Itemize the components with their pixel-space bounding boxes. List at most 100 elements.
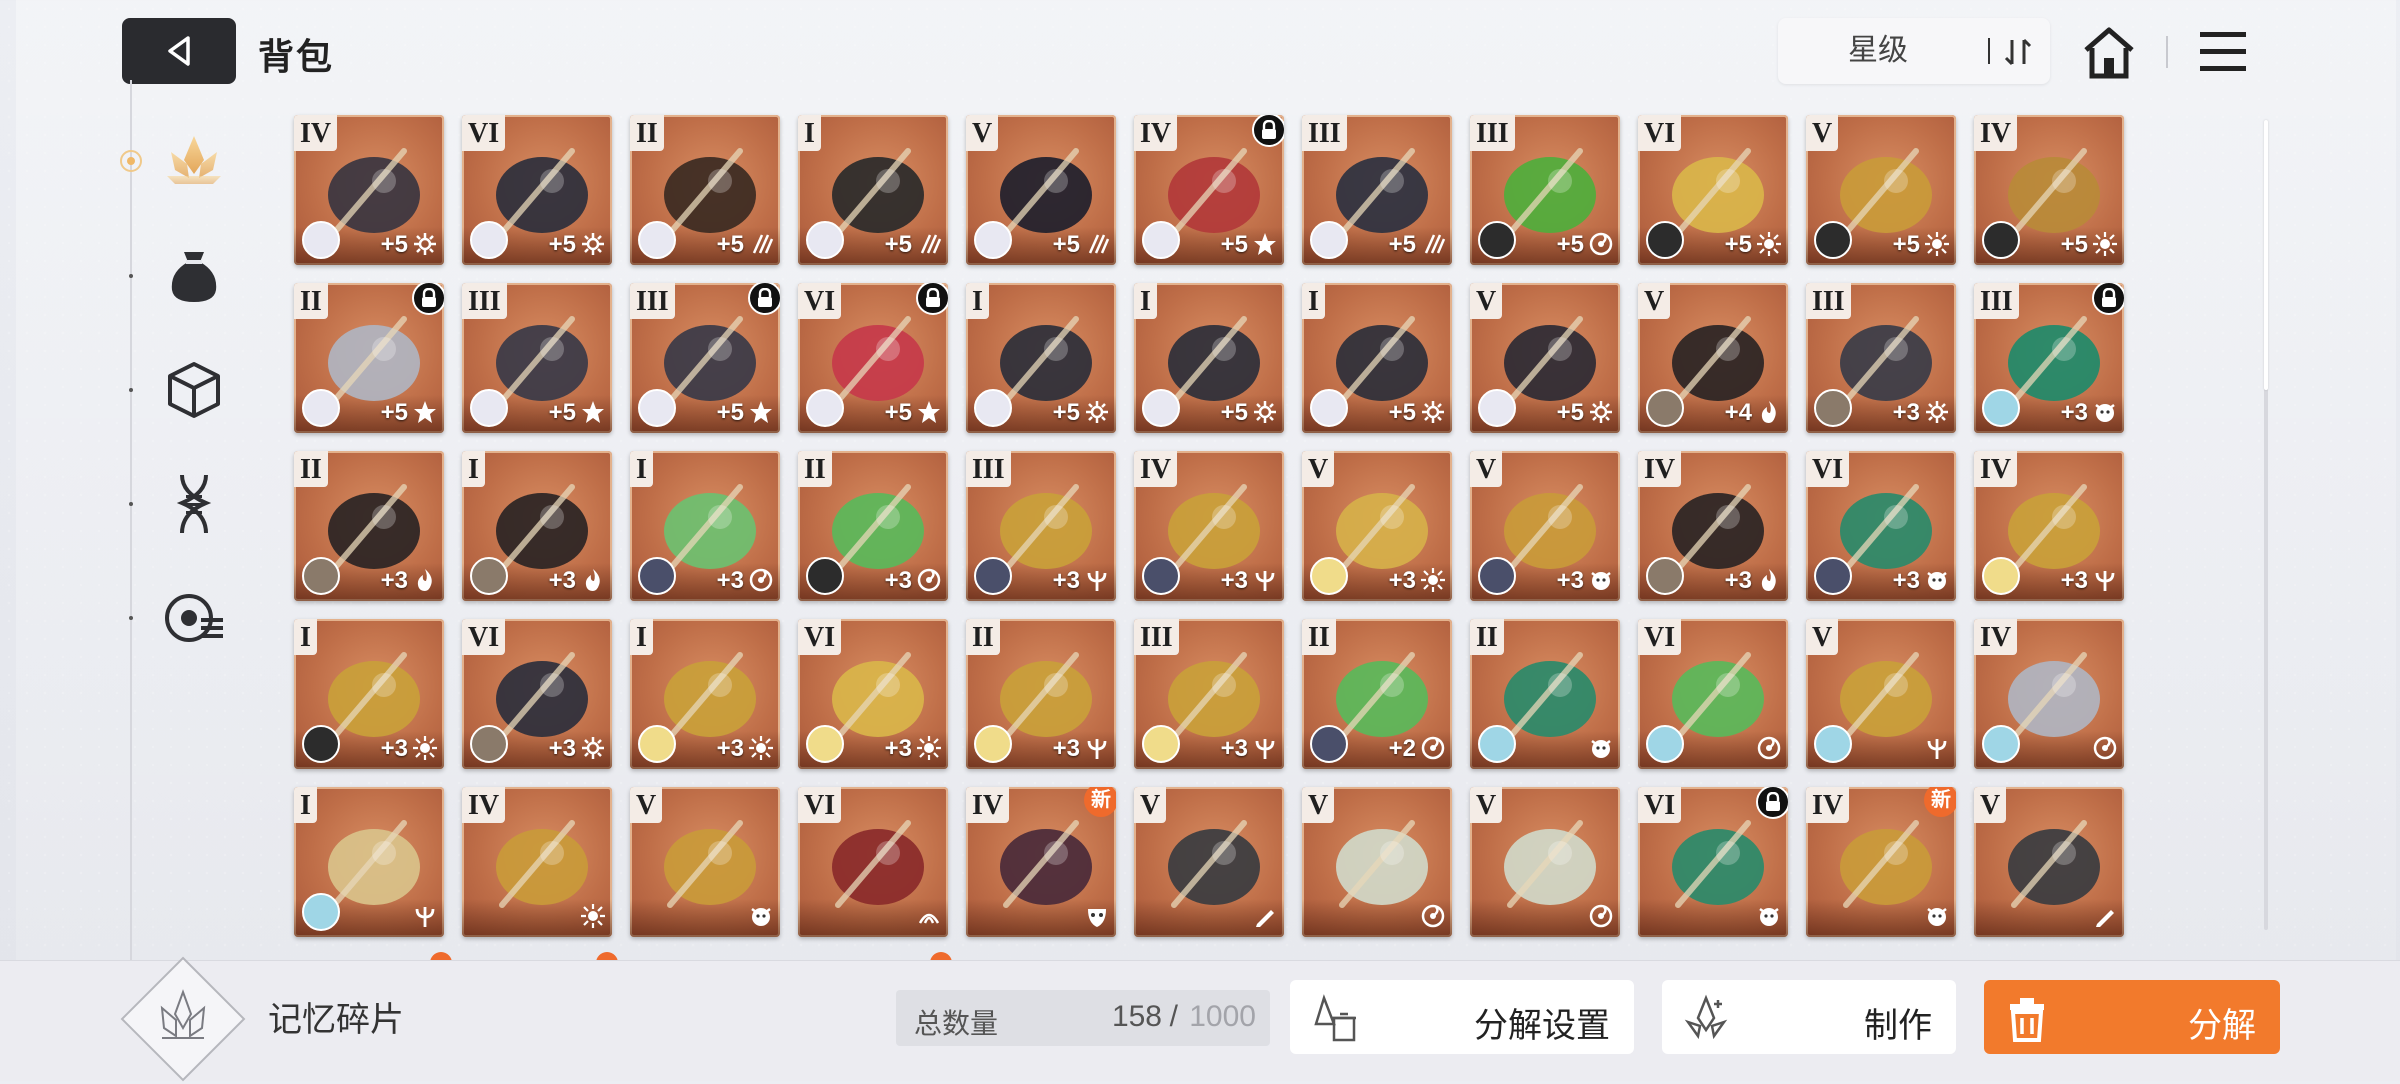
- item-card[interactable]: I +5: [966, 283, 1116, 433]
- item-card[interactable]: II +5: [630, 115, 780, 265]
- item-card[interactable]: III +5: [630, 283, 780, 433]
- item-level: +3: [2060, 399, 2088, 426]
- item-card[interactable]: III +5: [1302, 115, 1452, 265]
- item-card[interactable]: V +3: [1302, 451, 1452, 601]
- item-card[interactable]: VI +3: [462, 619, 612, 769]
- item-level: +5: [1724, 231, 1752, 258]
- lion-attribute-icon: [1591, 572, 1611, 590]
- item-tier: III: [966, 451, 1011, 487]
- back-button[interactable]: [122, 18, 236, 84]
- item-card[interactable]: II: [1470, 619, 1620, 769]
- item-card[interactable]: V +5: [1806, 115, 1956, 265]
- item-card[interactable]: VI +3: [1806, 451, 1956, 601]
- item-card[interactable]: III +3: [1806, 283, 1956, 433]
- item-card[interactable]: IV: [1974, 619, 2124, 769]
- item-card[interactable]: IV 新: [1806, 787, 1956, 937]
- item-card[interactable]: VI: [798, 787, 948, 937]
- gear-attribute-icon: [582, 233, 604, 255]
- item-card[interactable]: IV: [462, 787, 612, 937]
- item-card[interactable]: VI +5: [462, 115, 612, 265]
- item-card[interactable]: V: [1302, 787, 1452, 937]
- item-card[interactable]: IV 新: [966, 787, 1116, 937]
- item-card[interactable]: VI: [1638, 619, 1788, 769]
- decompose-button[interactable]: 分解: [1984, 980, 2280, 1054]
- category-misc[interactable]: [156, 580, 232, 656]
- item-card[interactable]: I +5: [798, 115, 948, 265]
- home-icon[interactable]: [2078, 22, 2140, 84]
- item-card[interactable]: I +5: [1302, 283, 1452, 433]
- item-card[interactable]: IV +5: [1974, 115, 2124, 265]
- gear-attribute-icon: [1254, 401, 1276, 423]
- sun-attribute-icon: [917, 736, 941, 760]
- trident-attribute-icon: [1927, 739, 1947, 759]
- item-level: +5: [1220, 399, 1248, 426]
- count-label: 总数量: [914, 1008, 999, 1039]
- claw-attribute-icon: [920, 234, 942, 254]
- character-avatar: [302, 725, 340, 763]
- item-card[interactable]: VI: [1638, 787, 1788, 937]
- character-avatar: [1646, 557, 1684, 595]
- item-card[interactable]: V +4: [1638, 283, 1788, 433]
- item-card[interactable]: I: [294, 787, 444, 937]
- craft-button[interactable]: 制作: [1662, 980, 1956, 1054]
- item-card[interactable]: I +3: [294, 619, 444, 769]
- category-materials[interactable]: [156, 238, 232, 314]
- item-card[interactable]: III +3: [966, 451, 1116, 601]
- item-card[interactable]: IV +3: [1134, 451, 1284, 601]
- item-card[interactable]: V: [1470, 787, 1620, 937]
- character-avatar: [1310, 221, 1348, 259]
- item-card[interactable]: III +5: [462, 283, 612, 433]
- character-avatar: [974, 725, 1012, 763]
- category-boxes[interactable]: [156, 352, 232, 428]
- scrollbar[interactable]: [2264, 120, 2268, 930]
- item-card[interactable]: II +5: [294, 283, 444, 433]
- item-card[interactable]: V: [1134, 787, 1284, 937]
- character-avatar: [806, 725, 844, 763]
- item-level: +5: [380, 399, 408, 426]
- item-card[interactable]: VI +5: [1638, 115, 1788, 265]
- item-card[interactable]: III +3: [1134, 619, 1284, 769]
- item-tier: III: [1302, 115, 1347, 151]
- item-level: +3: [1892, 399, 1920, 426]
- sort-order-icon[interactable]: [1998, 32, 2038, 72]
- item-card[interactable]: IV +5: [294, 115, 444, 265]
- new-badge: 新: [1924, 787, 1956, 817]
- item-card[interactable]: VI +3: [798, 619, 948, 769]
- item-card[interactable]: IV +5: [1134, 115, 1284, 265]
- item-card[interactable]: II +2: [1302, 619, 1452, 769]
- item-tier: VI: [798, 787, 842, 823]
- item-tier: III: [462, 283, 507, 319]
- item-card[interactable]: V +3: [1470, 451, 1620, 601]
- item-card[interactable]: V: [1806, 619, 1956, 769]
- item-card[interactable]: I +5: [1134, 283, 1284, 433]
- item-card[interactable]: V +5: [1470, 283, 1620, 433]
- item-card[interactable]: II +3: [966, 619, 1116, 769]
- sort-selector[interactable]: 星级: [1778, 18, 2050, 84]
- item-card[interactable]: I +3: [630, 619, 780, 769]
- character-avatar: [806, 389, 844, 427]
- item-tier: III: [1974, 283, 2019, 319]
- menu-icon[interactable]: [2198, 28, 2248, 76]
- item-card[interactable]: II +3: [798, 451, 948, 601]
- category-gene[interactable]: [156, 466, 232, 542]
- item-card[interactable]: V +5: [966, 115, 1116, 265]
- item-card[interactable]: IV +3: [1974, 451, 2124, 601]
- scrollbar-thumb[interactable]: [2264, 120, 2268, 390]
- category-memory-fragments[interactable]: [156, 124, 232, 200]
- item-card[interactable]: IV +3: [1638, 451, 1788, 601]
- item-card[interactable]: I +3: [462, 451, 612, 601]
- item-card[interactable]: V: [630, 787, 780, 937]
- character-avatar: [1814, 557, 1852, 595]
- star-attribute-icon: [582, 401, 604, 423]
- back-arrow-icon: [168, 36, 190, 66]
- item-card[interactable]: III +3: [1974, 283, 2124, 433]
- decompose-settings-button[interactable]: 分解设置: [1290, 980, 1634, 1054]
- item-card[interactable]: III +5: [1470, 115, 1620, 265]
- item-card[interactable]: V: [1974, 787, 2124, 937]
- item-card[interactable]: II +3: [294, 451, 444, 601]
- character-avatar: [974, 389, 1012, 427]
- item-card[interactable]: VI +5: [798, 283, 948, 433]
- item-grid: IV +5 VI +5 II +5 I +5 V +5 IV +5 III +5 III +5 VI +5 V +5 I…: [294, 115, 2124, 937]
- item-level: +5: [884, 231, 912, 258]
- item-card[interactable]: I +3: [630, 451, 780, 601]
